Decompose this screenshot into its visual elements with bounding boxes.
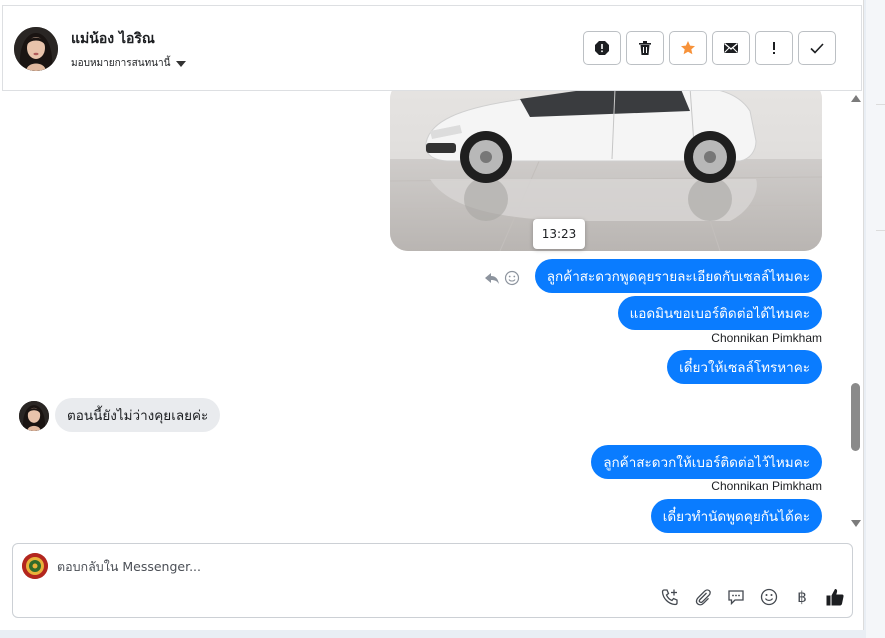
message-bubble-incoming[interactable]: ตอนนี้ยังไม่ว่างคุยเลยค่ะ: [55, 398, 221, 432]
assign-label: มอบหมายการสนทนานี้: [71, 58, 171, 69]
conversation-header: แม่น้อง ไอริณ มอบหมายการสนทนานี้: [2, 5, 862, 91]
composer-tools: ฿: [659, 586, 846, 608]
message-bubble-outgoing[interactable]: ลูกค้าสะดวกให้เบอร์ติดต่อไว้ไหมคะ: [591, 445, 822, 479]
mark-done-button[interactable]: [798, 31, 836, 65]
message-bubble-outgoing[interactable]: เดี๋ยวให้เซลล์โทรหาคะ: [667, 350, 822, 384]
photo-time-badge: 13:23: [533, 219, 585, 249]
emoji-reaction-icon[interactable]: [504, 270, 520, 286]
strip-divider: [876, 104, 885, 105]
strip-divider: [876, 230, 885, 231]
star-icon: [681, 41, 695, 55]
scrollbar-thumb[interactable]: [851, 383, 860, 451]
thumbs-up-icon[interactable]: [824, 586, 846, 608]
contact-avatar[interactable]: [14, 27, 58, 71]
mark-spam-button[interactable]: [583, 31, 621, 65]
mail-icon: [724, 43, 738, 53]
message-tools: [484, 270, 520, 286]
baht-icon[interactable]: ฿: [791, 586, 813, 608]
paperclip-icon[interactable]: [692, 586, 714, 608]
delete-button[interactable]: [626, 31, 664, 65]
contact-name: แม่น้อง ไอริณ: [71, 31, 155, 47]
check-icon: [810, 43, 824, 54]
phone-plus-icon[interactable]: [659, 586, 681, 608]
conversation-thread: 13:23 ลูกค้าสะดวกพูดคุยรายละเอียดกับเซลล…: [2, 91, 848, 539]
page-avatar: [22, 553, 48, 579]
spam-icon: [595, 41, 609, 55]
car-photo-attachment[interactable]: [390, 91, 822, 251]
reply-icon[interactable]: [484, 270, 500, 286]
caret-down-icon: [176, 60, 187, 67]
sender-name: Chonnikan Pimkham: [711, 331, 822, 345]
reply-input[interactable]: [57, 554, 617, 578]
side-strip: [866, 0, 885, 638]
message-bubble-outgoing[interactable]: แอดมินขอเบอร์ติดต่อได้ไหมคะ: [617, 296, 822, 330]
trash-icon: [639, 41, 651, 55]
reply-composer: ฿: [12, 543, 853, 618]
sender-name: Chonnikan Pimkham: [711, 479, 822, 493]
message-bubble-outgoing[interactable]: ลูกค้าสะดวกพูดคุยรายละเอียดกับเซลล์ไหมคะ: [534, 259, 822, 293]
emoji-icon[interactable]: [758, 586, 780, 608]
follow-up-button[interactable]: [755, 31, 793, 65]
scroll-up-arrow[interactable]: [851, 95, 861, 102]
contact-avatar-small[interactable]: [19, 401, 49, 431]
header-actions: [583, 31, 836, 65]
alert-icon: [773, 42, 775, 54]
scroll-down-arrow[interactable]: [851, 520, 861, 527]
star-button[interactable]: [669, 31, 707, 65]
message-bubble-outgoing[interactable]: เดี๋ยวทำนัดพูดคุยกันได้คะ: [650, 499, 822, 533]
assign-conversation-dropdown[interactable]: มอบหมายการสนทนานี้: [71, 56, 187, 71]
mark-unread-button[interactable]: [712, 31, 750, 65]
speech-bubble-icon[interactable]: [725, 586, 747, 608]
